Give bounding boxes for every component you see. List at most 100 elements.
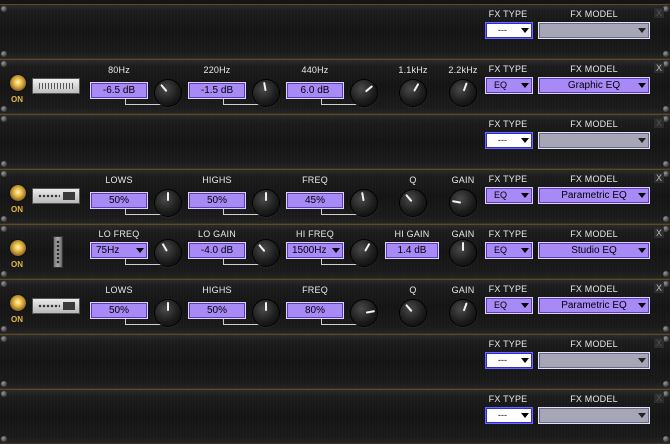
param-knob[interactable]	[351, 190, 377, 216]
power-on-label: ON	[11, 205, 23, 214]
param-label: HIGHS	[202, 175, 232, 185]
close-icon[interactable]: X	[654, 173, 664, 183]
param-knob-pointer	[365, 310, 376, 314]
lo-gain-knob[interactable]	[253, 240, 279, 266]
param-knob[interactable]	[155, 190, 181, 216]
param-value[interactable]: 80%	[286, 302, 344, 319]
rack-screw-icon	[1, 436, 7, 442]
param-knob[interactable]	[155, 300, 181, 326]
power-button[interactable]	[10, 240, 26, 256]
hi-freq-knob[interactable]	[351, 240, 377, 266]
lo-gain-label: LO GAIN	[198, 229, 236, 239]
close-icon[interactable]: X	[654, 228, 664, 238]
fx-model-select[interactable]	[538, 352, 650, 369]
fx-type-select[interactable]: EQ	[485, 242, 533, 259]
power-on-label: ON	[11, 95, 23, 104]
fx-type-select[interactable]: ---	[485, 22, 533, 39]
lo-freq-label: LO FREQ	[98, 229, 140, 239]
close-icon[interactable]: X	[654, 8, 664, 18]
power-button[interactable]	[10, 75, 26, 91]
param-knob-pointer	[167, 302, 169, 311]
fx-type-label: FX TYPE	[488, 284, 528, 294]
band-label: 220Hz	[203, 65, 231, 75]
fx-type-select[interactable]: EQ	[485, 77, 533, 94]
fx-type-select[interactable]: EQ	[485, 297, 533, 314]
param-label: FREQ	[302, 285, 328, 295]
power-on-label: ON	[11, 260, 23, 269]
param-value[interactable]: 45%	[286, 192, 344, 209]
fx-type-select[interactable]: EQ	[485, 187, 533, 204]
fx-model-select[interactable]: Studio EQ	[538, 242, 650, 259]
param-label: Q	[409, 285, 417, 295]
param-knob[interactable]	[450, 190, 476, 216]
band-knob-pointer	[413, 82, 420, 92]
fx-model-select[interactable]	[538, 132, 650, 149]
hi-freq-select[interactable]: 1500Hz	[286, 242, 344, 259]
param-value[interactable]: 50%	[90, 302, 148, 319]
power-button[interactable]	[10, 185, 26, 201]
band-value[interactable]: 6.0 dB	[286, 82, 344, 99]
lo-freq-knob-pointer	[161, 242, 168, 252]
fx-model-select[interactable]: Parametric EQ	[538, 297, 650, 314]
close-icon[interactable]: X	[654, 63, 664, 73]
hi-gain-value[interactable]: 1.4 dB	[385, 242, 439, 259]
fx-model-select[interactable]: Graphic EQ	[538, 77, 650, 94]
param-knob[interactable]	[253, 300, 279, 326]
param-knob-pointer	[462, 302, 468, 312]
chevron-down-icon	[521, 193, 529, 198]
param-knob[interactable]	[400, 300, 426, 326]
fx-type-select[interactable]: ---	[485, 132, 533, 149]
fx-model-label: FX MODEL	[570, 394, 618, 404]
hi-freq-select-arrow	[332, 248, 340, 253]
close-icon[interactable]: X	[654, 118, 664, 128]
fx-model-select[interactable]: Parametric EQ	[538, 187, 650, 204]
param-knob-pointer	[451, 200, 462, 204]
param-knob-pointer	[265, 302, 267, 311]
param-label: FREQ	[302, 175, 328, 185]
rack-screw-icon	[663, 271, 669, 277]
param-label: HIGHS	[202, 285, 232, 295]
param-knob[interactable]	[351, 300, 377, 326]
fx-type-select[interactable]: ---	[485, 407, 533, 424]
lo-gain-value[interactable]: -4.0 dB	[188, 242, 246, 259]
lo-freq-knob[interactable]	[155, 240, 181, 266]
param-label: GAIN	[451, 175, 475, 185]
band-knob[interactable]	[450, 80, 476, 106]
param-value[interactable]: 50%	[188, 192, 246, 209]
param-knob[interactable]	[253, 190, 279, 216]
gain-knob[interactable]	[450, 240, 476, 266]
lo-freq-select[interactable]: 75Hz	[90, 242, 148, 259]
band-knob[interactable]	[351, 80, 377, 106]
param-value[interactable]: 50%	[90, 192, 148, 209]
close-icon[interactable]: X	[654, 393, 664, 403]
graphic-eq-unit-icon	[32, 78, 80, 94]
band-knob[interactable]	[400, 80, 426, 106]
param-value[interactable]: 50%	[188, 302, 246, 319]
band-label: 1.1kHz	[398, 65, 428, 75]
band-knob[interactable]	[155, 80, 181, 106]
band-knob[interactable]	[253, 80, 279, 106]
fx-type-select[interactable]: ---	[485, 352, 533, 369]
power-button[interactable]	[10, 295, 26, 311]
fx-model-label: FX MODEL	[570, 284, 618, 294]
close-icon[interactable]: X	[654, 338, 664, 348]
fx-model-select[interactable]	[538, 22, 650, 39]
fx-model-label: FX MODEL	[570, 229, 618, 239]
rack-screw-icon	[1, 216, 7, 222]
fx-model-select[interactable]	[538, 407, 650, 424]
chevron-down-icon	[638, 28, 646, 33]
rack-screw-icon	[663, 161, 669, 167]
fx-type-label: FX TYPE	[488, 64, 528, 74]
param-knob[interactable]	[450, 300, 476, 326]
rack-screw-icon	[1, 171, 7, 177]
chevron-down-icon	[638, 83, 646, 88]
fx-type-label: FX TYPE	[488, 229, 528, 239]
fx-model-label: FX MODEL	[570, 9, 618, 19]
param-knob[interactable]	[400, 190, 426, 216]
chevron-down-icon	[638, 413, 646, 418]
band-value[interactable]: -6.5 dB	[90, 82, 148, 99]
close-icon[interactable]: X	[654, 283, 664, 293]
rack-screw-icon	[1, 326, 7, 332]
band-value[interactable]: -1.5 dB	[188, 82, 246, 99]
parametric-eq-unit-icon	[32, 188, 80, 204]
